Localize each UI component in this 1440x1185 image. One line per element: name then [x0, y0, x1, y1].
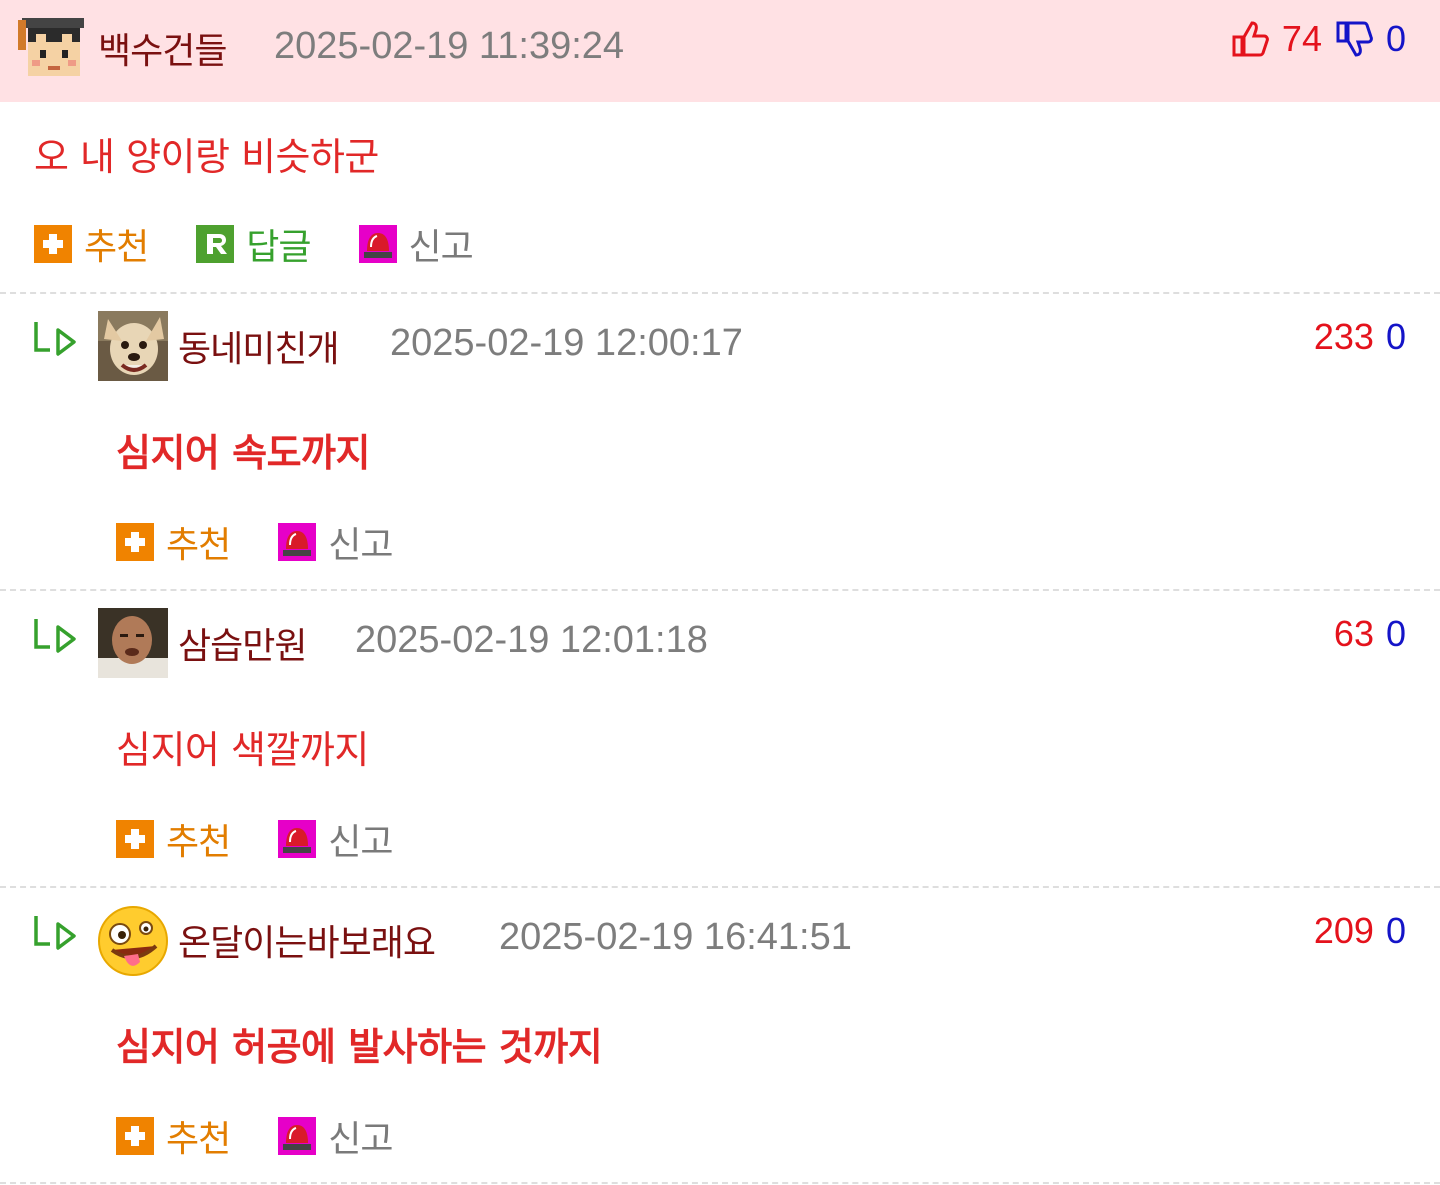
upvote-count: 63	[1333, 613, 1374, 654]
reply-arrow-icon	[32, 320, 80, 366]
recommend-button[interactable]: 추천	[116, 516, 231, 568]
plus-icon	[34, 225, 72, 263]
downvote-count: 0	[1385, 18, 1406, 59]
timestamp: 2025-02-19 16:41:51	[499, 916, 852, 958]
graduate-cap-avatar-icon	[18, 12, 88, 82]
report-label: 신고	[328, 822, 393, 863]
reply-label: 답글	[246, 227, 311, 268]
report-button[interactable]: 신고	[278, 516, 394, 568]
divider	[0, 886, 1440, 888]
recommend-label: 추천	[84, 227, 149, 268]
upvote-count: 209	[1313, 910, 1374, 951]
divider	[0, 1182, 1440, 1184]
report-label: 신고	[328, 1119, 393, 1160]
plus-icon	[116, 820, 154, 858]
timestamp: 2025-02-19 11:39:24	[274, 25, 625, 67]
vote-counts: 63 0	[1334, 613, 1406, 655]
report-label: 신고	[408, 227, 474, 268]
vote-counts: 209 0	[1314, 910, 1406, 952]
timestamp: 2025-02-19 12:01:18	[355, 619, 708, 661]
downvote-count: 0	[1385, 316, 1406, 357]
recommend-label: 추천	[166, 1119, 231, 1160]
report-button[interactable]: 신고	[278, 813, 394, 865]
plus-icon	[116, 523, 154, 561]
siren-icon	[358, 225, 397, 263]
thumb-down-icon[interactable]	[1334, 19, 1374, 59]
recommend-button[interactable]: 추천	[34, 218, 149, 270]
vote-counts: 233 0	[1314, 316, 1406, 358]
recommend-button[interactable]: 추천	[116, 1110, 231, 1162]
siren-icon	[278, 523, 317, 561]
comment-actions: 추천 신고	[116, 1110, 441, 1162]
thumb-up-icon[interactable]	[1230, 19, 1270, 59]
comment-body: 오 내 양이랑 비슷하군	[34, 135, 379, 179]
recommend-label: 추천	[166, 525, 231, 566]
divider	[0, 589, 1440, 591]
vote-counts: 74 0	[1230, 18, 1406, 60]
recommend-label: 추천	[166, 822, 231, 863]
avatar	[98, 311, 168, 381]
comment-body: 심지어 허공에 발사하는 것까지	[116, 1025, 603, 1069]
avatar	[18, 12, 88, 82]
siren-icon	[278, 1117, 317, 1155]
comment-body: 심지어 속도까지	[116, 431, 370, 475]
comment-body: 심지어 색깔까지	[116, 728, 369, 772]
nickname[interactable]: 백수건들	[98, 22, 227, 74]
comment-actions: 추천 신고	[116, 516, 441, 568]
upvote-count: 233	[1313, 316, 1374, 357]
nickname[interactable]: 동네미친개	[178, 320, 340, 372]
plus-icon	[116, 1117, 154, 1155]
reply-button[interactable]: 답글	[196, 218, 312, 270]
divider	[0, 292, 1440, 294]
nickname[interactable]: 삼습만원	[178, 617, 307, 669]
reply-arrow-icon	[32, 617, 80, 663]
nickname[interactable]: 온달이는바보래요	[178, 914, 436, 966]
r-icon	[196, 225, 235, 263]
comment-actions: 추천 신고	[116, 813, 441, 865]
report-button[interactable]: 신고	[278, 1110, 394, 1162]
upvote-count: 74	[1281, 18, 1322, 59]
downvote-count: 0	[1385, 613, 1406, 654]
recommend-button[interactable]: 추천	[116, 813, 231, 865]
comment-actions: 추천 답글 신고	[34, 218, 521, 270]
siren-icon	[278, 820, 317, 858]
avatar	[96, 904, 170, 978]
report-label: 신고	[328, 525, 393, 566]
reply-arrow-icon	[32, 914, 80, 960]
timestamp: 2025-02-19 12:00:17	[390, 322, 743, 364]
report-button[interactable]: 신고	[358, 218, 474, 270]
zany-face-icon	[98, 906, 168, 976]
downvote-count: 0	[1385, 910, 1406, 951]
avatar	[98, 608, 168, 678]
best-comment-header: 백수건들 2025-02-19 11:39:24 74 0	[0, 0, 1440, 102]
